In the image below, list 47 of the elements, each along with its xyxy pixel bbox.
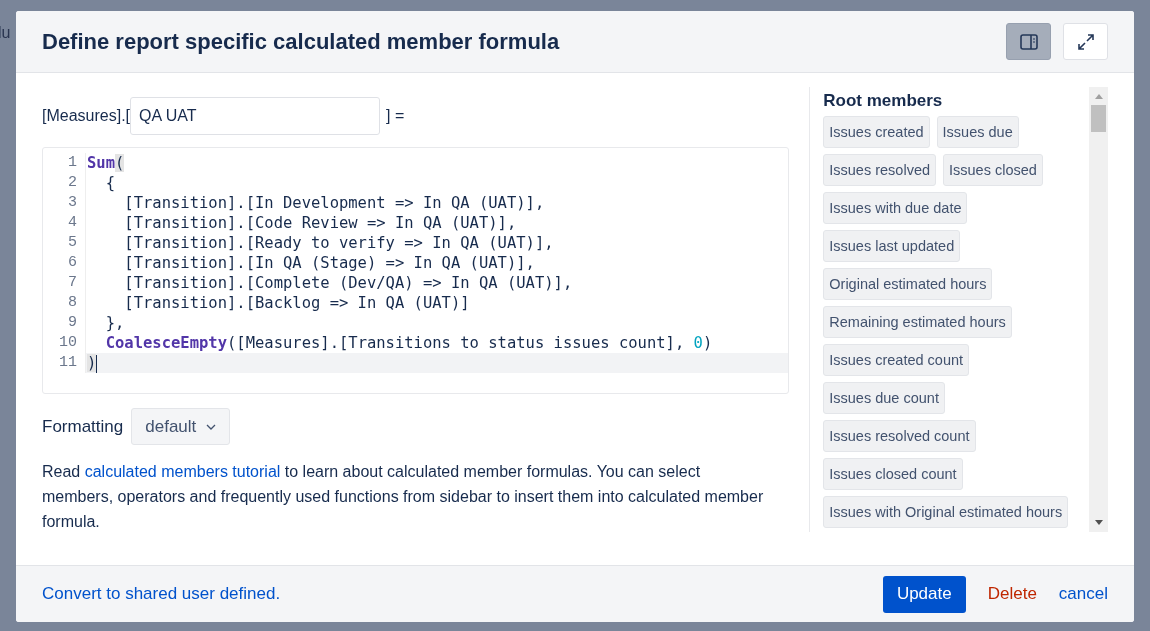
- member-chip[interactable]: Issues resolved: [823, 154, 937, 186]
- chevron-down-icon: [206, 423, 217, 430]
- member-chip[interactable]: Original estimated hours: [823, 268, 993, 300]
- code-line: {: [104, 173, 115, 193]
- member-name-field[interactable]: QA UAT: [130, 97, 381, 135]
- dialog-title: Define report specific calculated member formula: [42, 28, 560, 55]
- expand-icon: [1076, 32, 1095, 51]
- scrollbar[interactable]: [1089, 87, 1108, 532]
- member-chip[interactable]: Issues created count: [823, 344, 970, 376]
- code-line: [Transition].[Backlog => In QA (UAT)]: [123, 293, 470, 313]
- code-line: [Transition].[In Development => In QA (UAT)],: [123, 193, 545, 213]
- code-line: [Transition].[Complete (Dev/QA) => In QA (UAT)],: [123, 273, 573, 293]
- member-chip[interactable]: Issues closed: [943, 154, 1043, 186]
- formatting-label: Formatting: [42, 416, 124, 437]
- code-line: CoalesceEmpty([Measures].[Transitions to status issues count], 0): [104, 333, 713, 353]
- code-line: [Transition].[In QA (Stage) => In QA (UAT)],: [123, 253, 535, 273]
- member-chip[interactable]: Issues due count: [823, 382, 945, 414]
- measures-prefix: [Measures].[: [42, 107, 131, 125]
- sidebar-heading: Root members: [823, 91, 944, 111]
- code-line: [Transition].[Ready to verify => In QA (UAT)],: [123, 233, 554, 253]
- member-chip[interactable]: Issues created: [823, 116, 930, 148]
- member-chip[interactable]: Issues with Original estimated hours: [823, 496, 1069, 528]
- code-line: [Transition].[Code Review => In QA (UAT)],: [123, 213, 517, 233]
- member-chip[interactable]: Issues due: [936, 116, 1019, 148]
- equals-suffix: ] =: [386, 107, 405, 125]
- line-number: 11: [43, 353, 86, 373]
- expand-button[interactable]: [1063, 23, 1108, 60]
- code-line: Sum(: [86, 153, 125, 173]
- help-paragraph: Read calculated members tutorial to learn about calculated member formulas. You can select members, operators and frequently used functions from sidebar to insert them into calculated member formula.: [42, 462, 765, 532]
- convert-link[interactable]: Convert to shared user defined.: [42, 584, 281, 604]
- update-button[interactable]: Update: [882, 575, 966, 613]
- code-line: },: [104, 313, 125, 333]
- tutorial-link[interactable]: calculated members tutorial: [84, 463, 281, 480]
- member-chip[interactable]: Issues resolved count: [823, 420, 976, 452]
- sidebar-toggle-button[interactable]: [1006, 23, 1051, 60]
- cancel-link[interactable]: cancel: [1058, 584, 1108, 604]
- scroll-down-icon[interactable]: [1093, 520, 1104, 526]
- formatting-dropdown[interactable]: default: [131, 408, 231, 445]
- member-chip[interactable]: Issues with due date: [823, 192, 968, 224]
- member-chip[interactable]: Issues closed count: [823, 458, 963, 490]
- sidebar-panel-icon: [1019, 33, 1038, 50]
- scroll-up-icon[interactable]: [1093, 93, 1104, 99]
- delete-link[interactable]: Delete: [987, 584, 1037, 604]
- member-chip[interactable]: Remaining estimated hours: [823, 306, 1012, 338]
- code-editor[interactable]: [42, 147, 790, 394]
- member-chip[interactable]: Issues last updated: [823, 230, 961, 262]
- scrollbar-thumb[interactable]: [1091, 105, 1106, 132]
